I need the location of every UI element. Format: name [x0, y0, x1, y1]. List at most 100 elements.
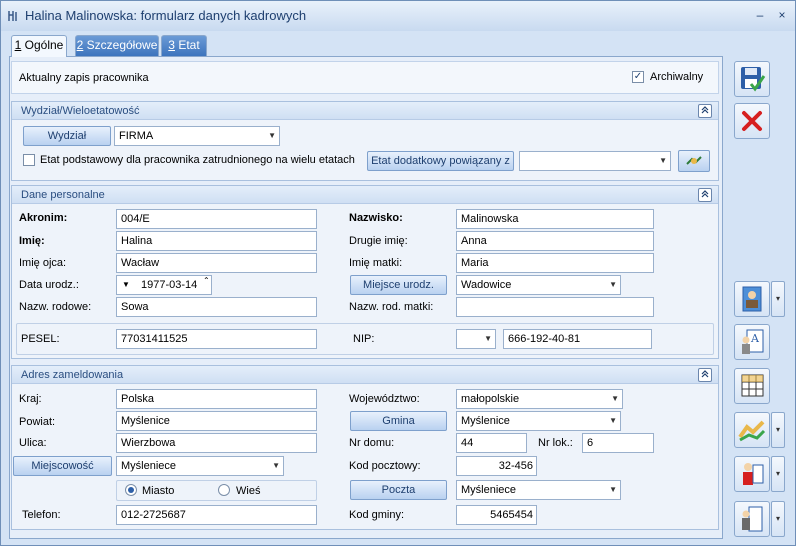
akronim-input[interactable]: 004/E [116, 209, 317, 229]
nazw-rodowe-input[interactable]: Sowa [116, 297, 317, 317]
wydzial-section: Wydział/Wieloetatowość Wydział FIRMA ▼ E… [11, 101, 719, 181]
drugie-imie-input[interactable]: Anna [456, 231, 654, 251]
imie-input[interactable]: Halina [116, 231, 317, 251]
dropdown-arrow-icon: ▼ [609, 416, 617, 425]
etat-podstawowy-checkbox[interactable] [23, 154, 35, 166]
dropdown-arrow-icon: ▼ [611, 394, 619, 403]
nip-label: NIP: [353, 333, 375, 345]
personal-title: Dane personalne [21, 189, 105, 201]
imie-ojca-input[interactable]: Wacław [116, 253, 317, 273]
dropdown-arrow-icon: ▼ [609, 485, 617, 494]
powiat-input[interactable]: Myślenice [116, 411, 317, 431]
nazw-rodowe-label: Nazw. rodowe: [19, 301, 92, 313]
spinner-icon[interactable]: ⌃⌄ [203, 276, 211, 285]
drugie-imie-label: Drugie imię: [349, 235, 408, 247]
imie-matki-label: Imię matki: [349, 257, 403, 269]
pesel-label: PESEL: [21, 333, 60, 345]
miasto-radio[interactable] [125, 484, 137, 496]
kod-pocztowy-label: Kod pocztowy: [349, 460, 421, 472]
kod-gminy-label: Kod gminy: [349, 509, 405, 521]
link-etat-button[interactable] [678, 150, 710, 172]
close-window-button[interactable]: × [773, 7, 791, 23]
pesel-input[interactable]: 77031411525 [116, 329, 317, 349]
address-title: Adres zameldowania [21, 369, 124, 381]
kod-pocztowy-input[interactable]: 32-456 [456, 456, 537, 476]
miejsce-urodz-select[interactable]: Wadowice ▼ [456, 275, 621, 295]
imie-matki-input[interactable]: Maria [456, 253, 654, 273]
miejsce-urodz-button[interactable]: Miejsce urodz. [350, 275, 447, 295]
collapse-personal-button[interactable] [698, 188, 712, 202]
nip-input[interactable]: 666-192-40-81 [503, 329, 652, 349]
wies-radio[interactable] [218, 484, 230, 496]
exit-button[interactable] [734, 501, 770, 537]
tab-szczegolowe[interactable]: 2 Szczegółowe [75, 35, 159, 56]
chart-dropdown[interactable]: ▾ [771, 412, 785, 448]
employee-card-button[interactable] [734, 281, 770, 317]
etat-dodatkowy-select[interactable]: ▼ [519, 151, 671, 171]
collapse-address-button[interactable] [698, 368, 712, 382]
exit-door-icon [742, 506, 763, 532]
minimize-button[interactable]: – [751, 7, 769, 23]
nr-domu-input[interactable]: 44 [456, 433, 527, 453]
tab-etat[interactable]: 3 Etat [161, 35, 207, 56]
address-section: Adres zameldowania Kraj: Polska Wojewódz… [11, 365, 719, 530]
dropdown-arrow-icon: ▼ [272, 461, 280, 470]
poczta-button[interactable]: Poczta [350, 480, 447, 500]
wies-label: Wieś [236, 485, 261, 497]
personal-header: Dane personalne [12, 186, 718, 204]
wydzial-title: Wydział/Wieloetatowość [21, 105, 140, 117]
collapse-wydzial-button[interactable] [698, 104, 712, 118]
dropdown-arrow-icon: ▼ [268, 131, 276, 140]
telefon-input[interactable]: 012-2725687 [116, 505, 317, 525]
record-label: Aktualny zapis pracownika [19, 72, 149, 84]
table-icon [741, 374, 764, 397]
dropdown-arrow-icon: ▼ [484, 334, 492, 343]
save-button[interactable] [734, 61, 770, 97]
nr-lok-input[interactable]: 6 [582, 433, 654, 453]
exit-dropdown[interactable]: ▾ [771, 501, 785, 537]
etat-podstawowy-label: Etat podstawowy dla pracownika zatrudnio… [40, 154, 355, 166]
employee-card-dropdown[interactable]: ▾ [771, 281, 785, 317]
wojewodztwo-select[interactable]: małopolskie ▼ [456, 389, 623, 409]
gmina-select[interactable]: Myślenice ▼ [456, 411, 621, 431]
nazw-rod-matki-input[interactable] [456, 297, 654, 317]
people-button[interactable] [734, 456, 770, 492]
miejscowosc-button[interactable]: Miejscowość [13, 456, 112, 476]
wydzial-header: Wydział/Wieloetatowość [12, 102, 718, 120]
cancel-button[interactable] [734, 103, 770, 139]
akronim-label: Akronim: [19, 212, 68, 224]
archived-checkbox[interactable]: ✓ [632, 71, 644, 83]
nazw-rod-matki-label: Nazw. rod. matki: [349, 301, 434, 313]
chevron-up-icon [701, 370, 709, 378]
nr-lok-label: Nr lok.: [538, 437, 573, 449]
people-dropdown[interactable]: ▾ [771, 456, 785, 492]
chart-button[interactable] [734, 412, 770, 448]
telefon-label: Telefon: [22, 509, 61, 521]
people-icon [743, 463, 764, 485]
table-button[interactable] [734, 368, 770, 404]
nazwisko-input[interactable]: Malinowska [456, 209, 654, 229]
tab-ogolne[interactable]: 1 Ogólne [11, 35, 67, 57]
attributes-button[interactable]: A [734, 324, 770, 360]
miejscowosc-select[interactable]: Myśleniece ▼ [116, 456, 284, 476]
imie-label: Imię: [19, 235, 45, 247]
wydzial-select[interactable]: FIRMA ▼ [114, 126, 280, 146]
wydzial-button[interactable]: Wydział [23, 126, 111, 146]
gmina-button[interactable]: Gmina [350, 411, 447, 431]
kod-gminy-input[interactable]: 5465454 [456, 505, 537, 525]
archived-label: Archiwalny [650, 71, 704, 83]
form-window: Halina Malinowska: formularz danych kadr… [0, 0, 796, 546]
etat-dodatkowy-button[interactable]: Etat dodatkowy powiązany z [367, 151, 514, 171]
poczta-select[interactable]: Myśleniece ▼ [456, 480, 621, 500]
calendar-dropdown-icon[interactable]: ▼ [122, 276, 130, 294]
chart-icon [738, 420, 766, 442]
kraj-label: Kraj: [19, 393, 42, 405]
dropdown-arrow-icon: ▼ [609, 280, 617, 289]
nip-prefix-select[interactable]: ▼ [456, 329, 496, 349]
ulica-input[interactable]: Wierzbowa [116, 433, 317, 453]
kraj-input[interactable]: Polska [116, 389, 317, 409]
nr-domu-label: Nr domu: [349, 437, 395, 449]
data-urodz-input[interactable]: ▼ 1977-03-14 ⌃⌄ [116, 275, 212, 295]
cancel-icon [742, 111, 762, 131]
address-header: Adres zameldowania [12, 366, 718, 384]
